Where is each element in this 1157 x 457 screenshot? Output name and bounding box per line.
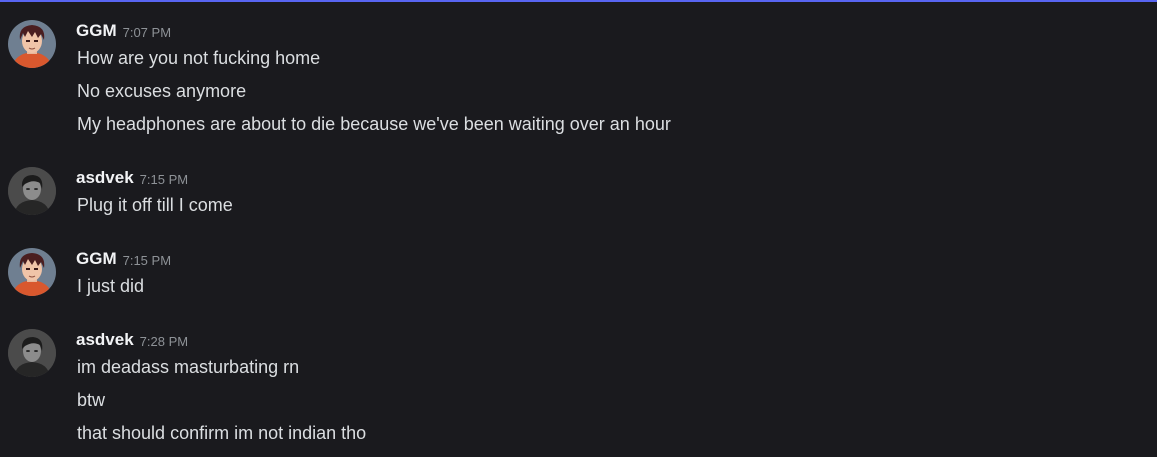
grayscale-photo-avatar-icon[interactable] <box>8 329 56 377</box>
channel-top-border <box>0 0 1157 2</box>
timestamp[interactable]: 7:28 PM <box>140 334 188 349</box>
message-text: that should confirm im not indian tho <box>77 423 367 443</box>
message-header: GGM 7:07 PM <box>76 20 171 42</box>
message-header: asdvek 7:15 PM <box>76 167 188 189</box>
message-header: GGM 7:15 PM <box>76 248 171 270</box>
message-text: How are you not fucking home <box>77 48 321 68</box>
username[interactable]: GGM <box>76 249 117 268</box>
timestamp[interactable]: 7:15 PM <box>123 253 171 268</box>
anime-avatar-icon[interactable] <box>8 20 56 68</box>
message-header: asdvek 7:28 PM <box>76 329 188 351</box>
timestamp[interactable]: 7:07 PM <box>123 25 171 40</box>
message-text: I just did <box>77 276 145 296</box>
timestamp[interactable]: 7:15 PM <box>140 172 188 187</box>
username[interactable]: asdvek <box>76 168 134 187</box>
message-text: My headphones are about to die because w… <box>77 114 671 134</box>
message-text: Plug it off till I come <box>77 195 233 215</box>
username[interactable]: GGM <box>76 21 117 40</box>
anime-avatar-icon[interactable] <box>8 248 56 296</box>
grayscale-photo-avatar-icon[interactable] <box>8 167 56 215</box>
message-text: im deadass masturbating rn <box>77 357 300 377</box>
message-text: No excuses anymore <box>77 81 247 101</box>
message-text: btw <box>77 390 106 410</box>
username[interactable]: asdvek <box>76 330 134 349</box>
